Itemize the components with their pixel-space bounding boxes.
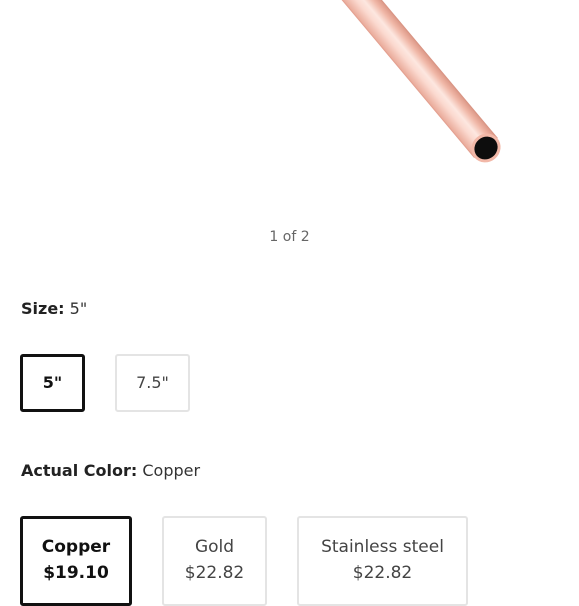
- size-swatch-7-5in[interactable]: 7.5": [115, 354, 190, 412]
- copper-straw-image: [339, 0, 501, 163]
- color-swatch-name: Copper: [41, 537, 111, 557]
- size-swatch-label: 7.5": [136, 373, 169, 392]
- color-swatch-price: $19.10: [43, 563, 109, 583]
- size-option-label: Size: 5": [21, 299, 87, 318]
- size-swatch-5in[interactable]: 5": [20, 354, 85, 412]
- color-swatch-name: Gold: [194, 537, 235, 557]
- color-selected-value: Copper: [142, 461, 201, 480]
- color-swatch-price: $22.82: [184, 563, 245, 583]
- color-swatch-stainless-steel[interactable]: Stainless steel $22.82: [297, 516, 468, 606]
- product-image[interactable]: [0, 0, 579, 220]
- color-swatch-price: $22.82: [352, 563, 413, 583]
- pager-text: 1 of 2: [269, 229, 310, 245]
- color-swatch-copper[interactable]: Copper $19.10: [20, 516, 132, 606]
- color-label-name: Actual Color:: [21, 461, 138, 480]
- color-swatch-gold[interactable]: Gold $22.82: [162, 516, 267, 606]
- color-swatch-name: Stainless steel: [321, 537, 444, 557]
- image-pager: 1 of 2: [0, 229, 579, 245]
- size-swatch-label: 5": [42, 373, 63, 392]
- size-label-name: Size:: [21, 299, 65, 318]
- color-option-label: Actual Color: Copper: [21, 461, 200, 480]
- size-selected-value: 5": [69, 299, 88, 318]
